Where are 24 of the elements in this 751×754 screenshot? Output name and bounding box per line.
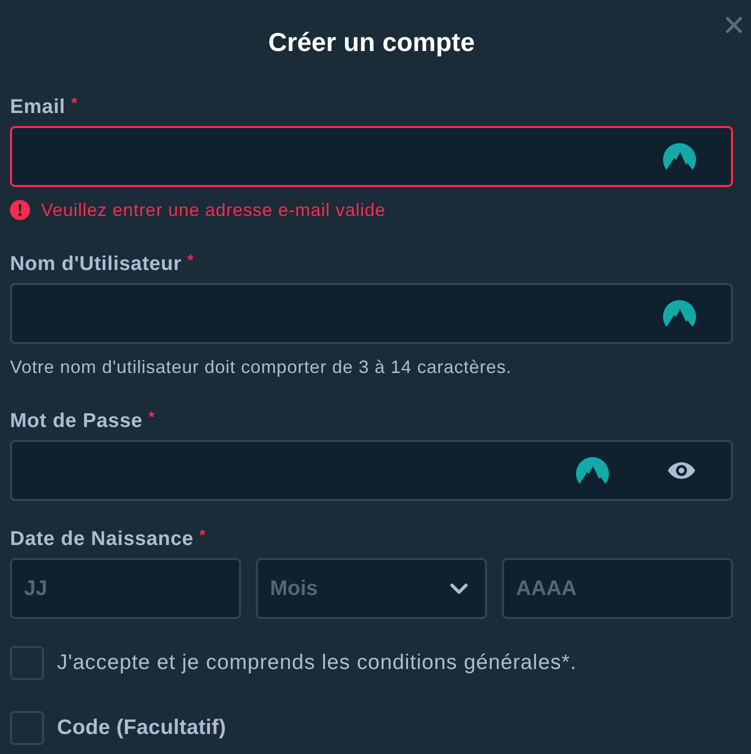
close-icon[interactable] [726, 17, 742, 33]
dialog-title: Créer un compte [267, 27, 476, 58]
checkbox-label: J'accepte et je comprends les conditions générales*. [57, 651, 577, 675]
error-message: Veuillez entrer une adresse e-mail valide [41, 200, 386, 220]
month-select[interactable]: Mois [256, 558, 487, 619]
error-icon [10, 200, 30, 220]
day-field[interactable]: JJ [10, 558, 241, 619]
field-label: Date de Naissance * [10, 528, 206, 550]
email-field[interactable] [10, 126, 733, 187]
field-label: Email * [10, 96, 78, 118]
chevron-down-icon [450, 582, 468, 594]
password-field[interactable] [10, 440, 733, 501]
checkbox-label: Code (Facultatif) [57, 716, 226, 740]
helper-text: Votre nom d'utilisateur doit comporter de 3 à 14 caractères. [10, 357, 512, 377]
mountain-icon[interactable] [663, 143, 696, 170]
checkbox[interactable] [10, 646, 44, 680]
username-field[interactable] [10, 283, 733, 344]
field-label: Nom d'Utilisateur * [10, 253, 194, 275]
mountain-icon[interactable] [663, 300, 696, 327]
field-label: Mot de Passe * [10, 410, 155, 432]
checkbox[interactable] [10, 711, 44, 745]
year-field[interactable]: AAAA [502, 558, 733, 619]
mountain-icon[interactable] [576, 457, 609, 484]
eye-icon[interactable] [667, 461, 696, 480]
